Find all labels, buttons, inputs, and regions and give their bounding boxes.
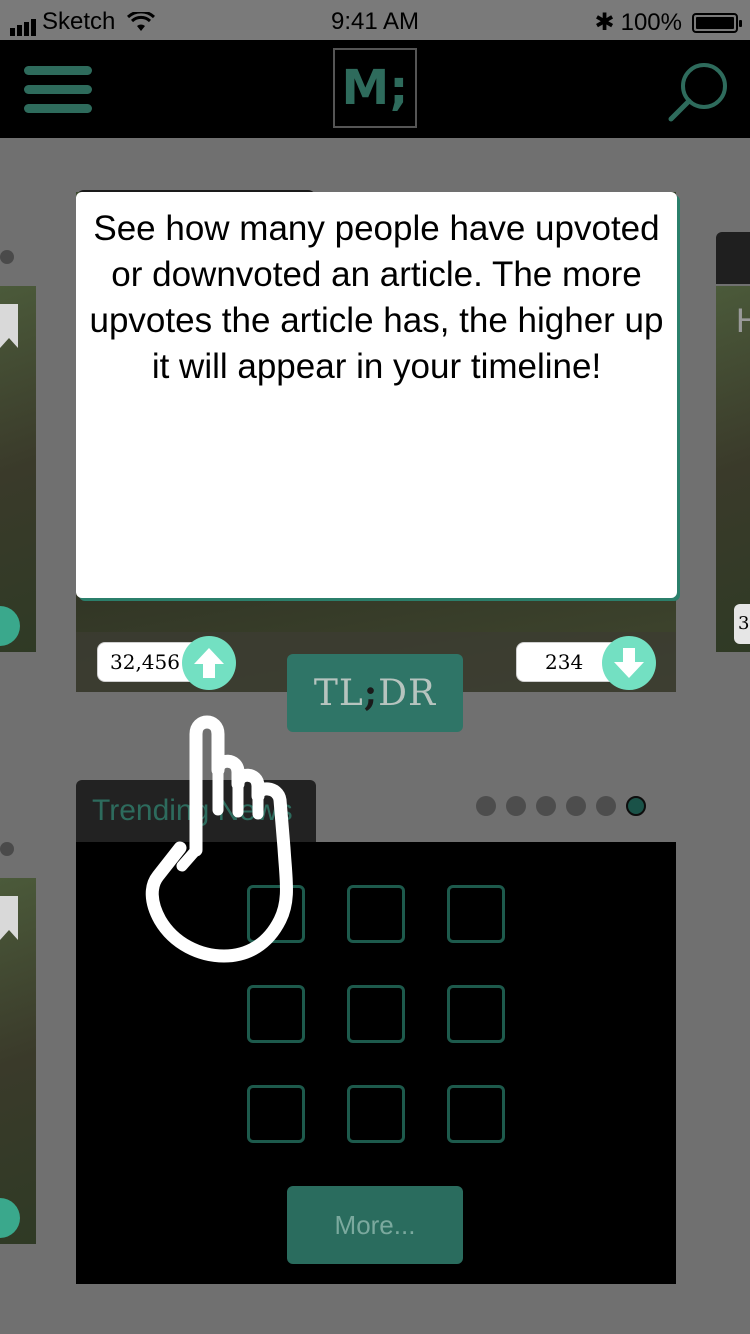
upvote-button[interactable] bbox=[182, 636, 236, 690]
article-card-prev-2[interactable] bbox=[0, 878, 36, 1244]
article-card-next[interactable]: H 3 bbox=[716, 286, 750, 652]
arrow-down-icon bbox=[614, 648, 644, 678]
trending-tile[interactable] bbox=[447, 885, 505, 943]
trending-tile[interactable] bbox=[447, 1085, 505, 1143]
vote-count-partial: 3 bbox=[734, 604, 750, 644]
hamburger-line bbox=[24, 104, 92, 113]
more-button[interactable]: More... bbox=[287, 1186, 463, 1264]
hand-pointer-icon bbox=[145, 715, 293, 963]
search-button[interactable] bbox=[664, 58, 734, 128]
tooltip-text: See how many people have upvoted or down… bbox=[89, 209, 664, 386]
vote-count-partial-text: 3 bbox=[738, 613, 750, 634]
menu-button[interactable] bbox=[24, 66, 92, 114]
battery-percent: 100% bbox=[620, 8, 682, 36]
status-bar: Sketch 9:41 AM ✱ 100% bbox=[0, 0, 750, 40]
search-icon bbox=[668, 63, 727, 122]
page-indicator bbox=[476, 796, 646, 816]
hamburger-icon bbox=[24, 66, 92, 75]
top-nav: M; bbox=[0, 40, 750, 138]
page-dot[interactable] bbox=[536, 796, 556, 816]
downvote-button-partial[interactable] bbox=[0, 1198, 20, 1238]
arrow-up-icon bbox=[194, 648, 224, 678]
page-dot[interactable] bbox=[476, 796, 496, 816]
carousel-dot bbox=[0, 842, 14, 856]
downvote-button-partial[interactable] bbox=[0, 606, 20, 646]
battery-icon bbox=[692, 12, 742, 33]
trending-tile[interactable] bbox=[247, 1085, 305, 1143]
article-title-partial: H bbox=[736, 302, 750, 340]
status-right: ✱ 100% bbox=[594, 8, 742, 37]
carousel-dot bbox=[0, 250, 14, 264]
trending-tile[interactable] bbox=[347, 985, 405, 1043]
trending-tile[interactable] bbox=[447, 985, 505, 1043]
onboarding-tooltip: See how many people have upvoted or down… bbox=[76, 192, 677, 598]
article-tab-next bbox=[716, 232, 750, 284]
trending-tile[interactable] bbox=[247, 985, 305, 1043]
app-logo[interactable]: M; bbox=[333, 48, 417, 128]
page-dot[interactable] bbox=[506, 796, 526, 816]
bluetooth-icon: ✱ bbox=[594, 9, 615, 36]
bookmark-icon bbox=[0, 896, 18, 940]
tldr-semicolon: ; bbox=[363, 672, 379, 714]
trending-tile[interactable] bbox=[347, 1085, 405, 1143]
page-dot[interactable] bbox=[566, 796, 586, 816]
tldr-right: DR bbox=[378, 672, 437, 714]
bookmark-icon bbox=[0, 304, 18, 348]
page-dot[interactable] bbox=[596, 796, 616, 816]
downvote-button[interactable] bbox=[602, 636, 656, 690]
page-dot-active[interactable] bbox=[626, 796, 646, 816]
article-card-prev[interactable] bbox=[0, 286, 36, 652]
trending-tile[interactable] bbox=[347, 885, 405, 943]
hamburger-line bbox=[24, 85, 92, 94]
